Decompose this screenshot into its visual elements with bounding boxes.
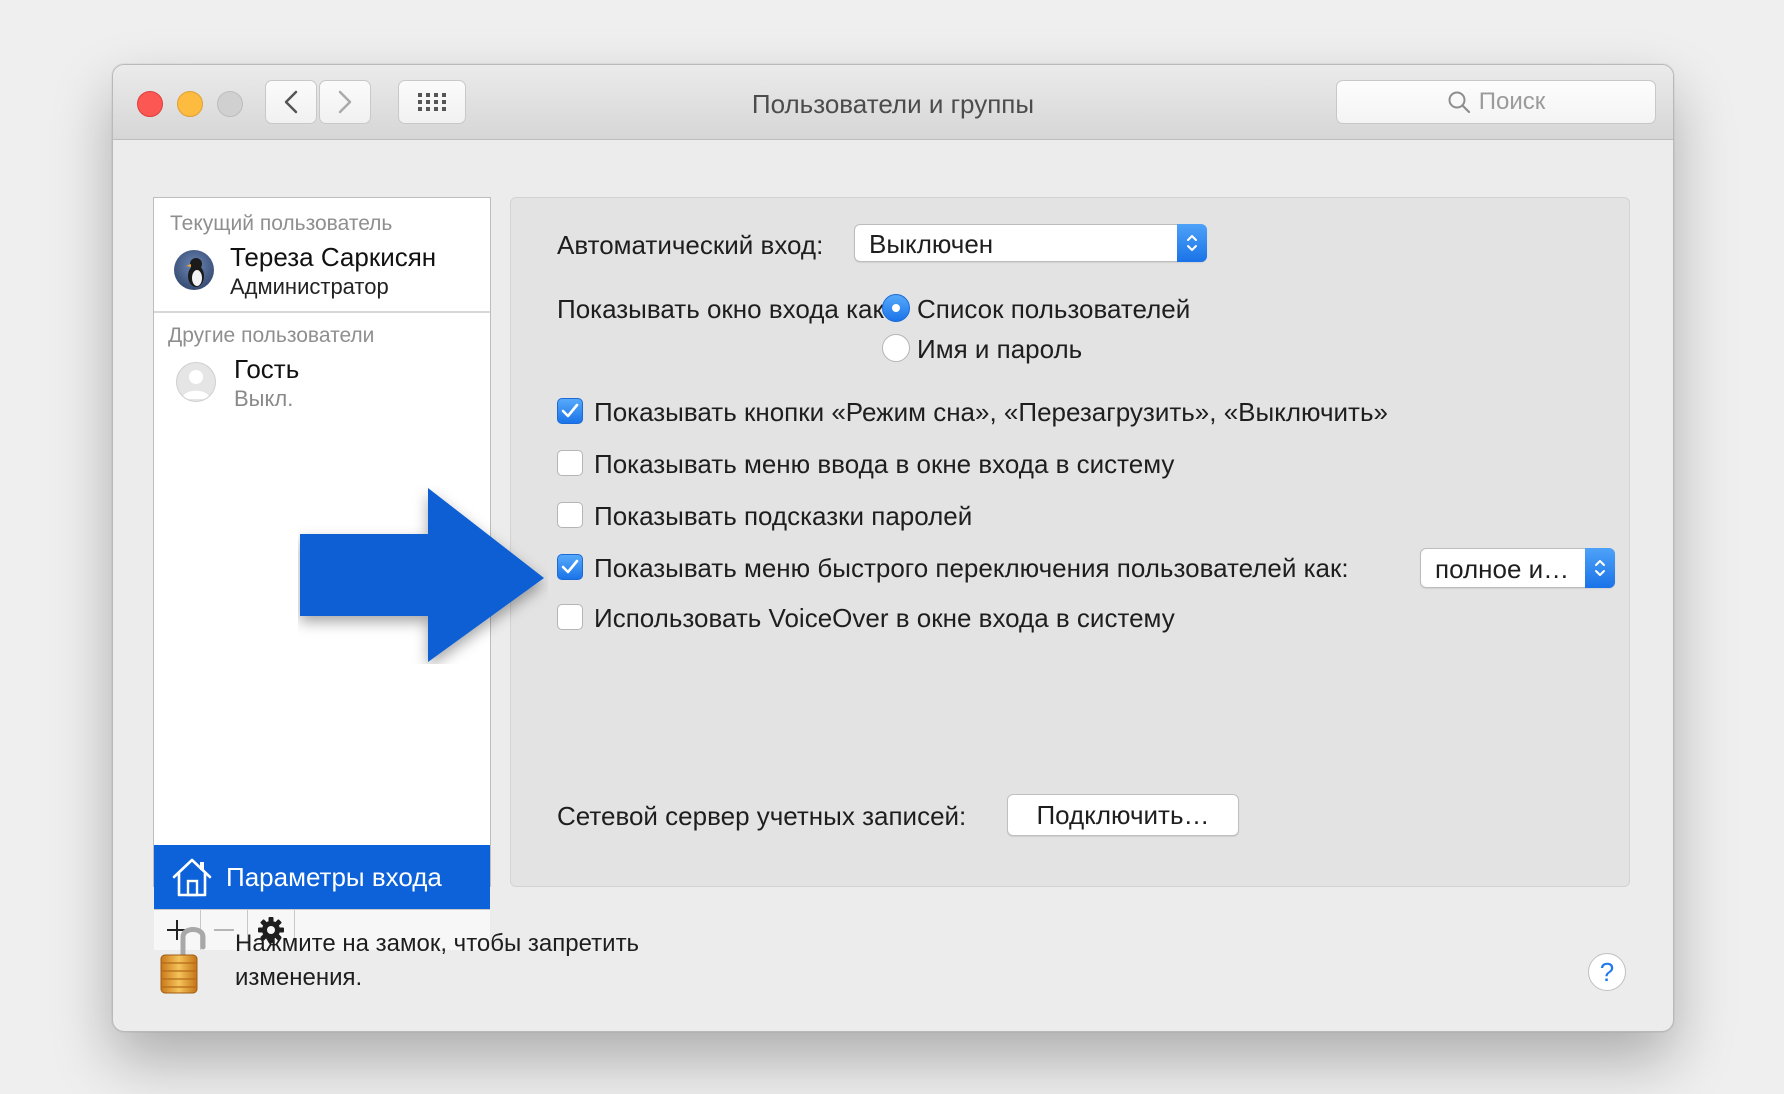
checkbox-input-menu-label: Показывать меню ввода в окне входа в сис…	[594, 449, 1175, 479]
fast-switch-value: полное и…	[1435, 554, 1570, 584]
checkbox-password-hints[interactable]	[557, 502, 583, 528]
close-button[interactable]	[137, 91, 163, 117]
minimize-button[interactable]	[177, 91, 203, 117]
radio-user-list-label: Список пользователей	[917, 294, 1191, 324]
checkbox-input-menu[interactable]	[557, 450, 583, 476]
login-options-label: Параметры входа	[226, 861, 442, 892]
lock-button[interactable]	[157, 923, 211, 997]
search-icon	[1448, 91, 1470, 114]
guest-name: Гость	[234, 354, 300, 384]
annotation-arrow-icon	[300, 488, 544, 662]
guest-user-item[interactable]: Гость Выкл.	[154, 352, 490, 412]
checkbox-password-hints-label: Показывать подсказки паролей	[594, 501, 973, 531]
sidebar-divider	[154, 311, 490, 313]
avatar	[174, 250, 214, 290]
checkmark-icon	[561, 559, 579, 574]
current-user-item[interactable]: Тереза Саркисян Администратор	[154, 242, 490, 299]
back-button[interactable]	[265, 80, 317, 124]
chevron-left-icon	[284, 90, 298, 114]
checkbox-fast-user-switching[interactable]	[557, 554, 583, 580]
radio-name-password-label: Имя и пароль	[917, 334, 1083, 364]
checkbox-show-power-buttons-label: Показывать кнопки «Режим сна», «Перезагр…	[594, 397, 1388, 427]
checkbox-voiceover-label: Использовать VoiceOver в окне входа в си…	[594, 603, 1175, 633]
help-button[interactable]: ?	[1588, 953, 1626, 991]
current-user-header: Текущий пользователь	[170, 212, 393, 235]
login-options-panel: Автоматический вход: Выключен Показывать…	[510, 197, 1630, 887]
other-users-header: Другие пользователи	[168, 324, 375, 347]
network-server-label: Сетевой сервер учетных записей:	[557, 801, 967, 831]
current-user-name: Тереза Саркисян	[230, 242, 437, 272]
zoom-button[interactable]	[217, 91, 243, 117]
title-bar: Пользователи и группы Поиск	[113, 65, 1673, 140]
auto-login-popup[interactable]: Выключен	[854, 224, 1207, 262]
auto-login-label: Автоматический вход:	[557, 230, 824, 260]
chevron-right-icon	[338, 90, 352, 114]
checkmark-icon	[561, 403, 579, 418]
search-field[interactable]: Поиск	[1336, 80, 1656, 124]
grid-icon	[418, 93, 446, 111]
radio-user-list[interactable]	[882, 294, 910, 322]
show-all-button[interactable]	[398, 80, 466, 124]
checkbox-voiceover[interactable]	[557, 604, 583, 630]
radio-name-password[interactable]	[882, 334, 910, 362]
current-user-role: Администратор	[230, 274, 389, 299]
join-button[interactable]: Подключить…	[1007, 794, 1239, 836]
search-placeholder: Поиск	[1478, 88, 1546, 115]
checkbox-show-power-buttons[interactable]	[557, 398, 583, 424]
checkbox-fast-user-switching-label: Показывать меню быстрого переключения по…	[594, 553, 1349, 583]
unlocked-padlock-icon	[160, 927, 206, 994]
display-login-label: Показывать окно входа как:	[557, 294, 892, 324]
forward-button[interactable]	[319, 80, 371, 124]
sidebar-item-login-options[interactable]: Параметры входа	[154, 845, 490, 909]
popup-arrows-icon	[1177, 224, 1207, 262]
fast-switch-popup[interactable]: полное и…	[1420, 548, 1615, 588]
house-icon	[172, 858, 212, 897]
user-silhouette-icon	[182, 370, 210, 399]
penguin-icon	[186, 258, 204, 287]
guest-status: Выкл.	[234, 386, 294, 411]
auto-login-value: Выключен	[869, 229, 994, 259]
minus-icon	[214, 929, 234, 931]
guest-avatar	[176, 362, 216, 402]
popup-arrows-icon	[1585, 548, 1615, 588]
lock-hint-text: Нажмите на замок, чтобы запретить измене…	[235, 930, 640, 991]
